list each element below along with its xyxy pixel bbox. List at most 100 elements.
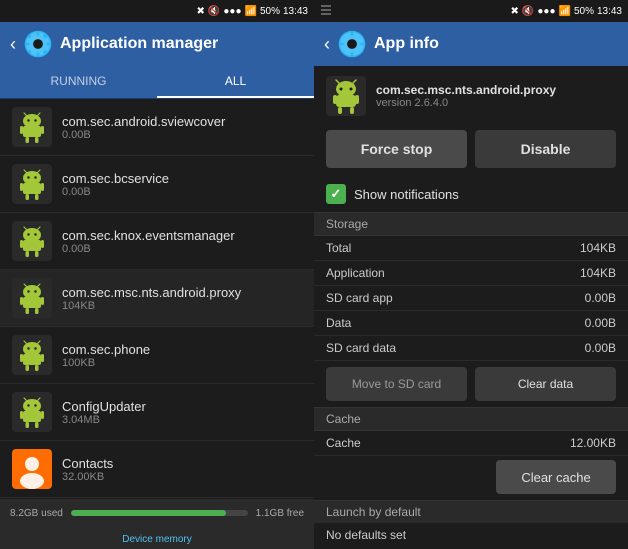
cache-row-value: 12.00KB [570, 436, 616, 450]
app-icon-wrapper [12, 221, 52, 261]
app-header-info: com.sec.msc.nts.android.proxy version 2.… [376, 83, 616, 109]
storage-row-value: 0.00B [585, 341, 616, 355]
app-info: com.sec.bcservice 0.00B [62, 171, 302, 198]
storage-row-label: SD card app [326, 291, 585, 305]
memory-used: 8.2GB used [10, 508, 63, 519]
list-item[interactable]: com.sec.msc.nts.android.proxy 104KB [0, 270, 314, 327]
app-size: 100KB [62, 357, 302, 369]
cache-row-label: Cache [326, 436, 570, 450]
app-size: 3.04MB [62, 414, 302, 426]
app-info: com.sec.android.sviewcover 0.00B [62, 114, 302, 141]
wifi-icon: 📶 [245, 6, 257, 17]
app-icon-wrapper [12, 449, 52, 489]
cache-row: Cache 12.00KB [314, 431, 628, 456]
left-panel: ✖ 🔇 ●●● 📶 50% 13:43 ‹ Application m [0, 0, 314, 549]
show-notifications-checkbox[interactable] [326, 184, 346, 204]
device-memory-label: Device memory [122, 534, 191, 545]
app-name: com.sec.msc.nts.android.proxy [62, 285, 302, 300]
disable-button[interactable]: Disable [475, 130, 616, 168]
cache-section-header: Cache [314, 407, 628, 431]
tab-running[interactable]: RUNNING [0, 66, 157, 98]
battery-icon: 50% [260, 6, 280, 17]
time-right: 13:43 [597, 6, 622, 17]
clear-data-button[interactable]: Clear data [475, 367, 616, 401]
list-item[interactable]: com.sec.phone 100KB [0, 327, 314, 384]
signal-icon: ●●● [223, 6, 241, 17]
app-list: com.sec.android.sviewcover 0.00B com.sec… [0, 99, 314, 499]
right-app-bar: ‹ App info [314, 22, 628, 66]
list-item[interactable]: ConfigUpdater 3.04MB [0, 384, 314, 441]
no-defaults-text: No defaults set [314, 523, 628, 547]
storage-row: Total 104KB [314, 236, 628, 261]
memory-bar-fill [71, 510, 227, 516]
list-item[interactable]: com.sec.android.sviewcover 0.00B [0, 99, 314, 156]
storage-row: SD card data 0.00B [314, 336, 628, 361]
app-size: 0.00B [62, 129, 302, 141]
storage-row-label: Total [326, 241, 580, 255]
storage-row-value: 104KB [580, 266, 616, 280]
app-name: Contacts [62, 456, 302, 471]
app-info: Contacts 32.00KB [62, 456, 302, 483]
app-name: com.sec.knox.eventsmanager [62, 228, 302, 243]
tab-all[interactable]: ALL [157, 66, 314, 98]
settings-icon-right [338, 30, 366, 58]
show-notifications-row[interactable]: Show notifications [314, 176, 628, 212]
silent-icon: 🔇 [208, 6, 220, 17]
signal-icon-right: ●●● [537, 6, 555, 17]
android-icon [12, 107, 52, 147]
storage-action-buttons: Move to SD card Clear data [314, 361, 628, 407]
storage-row-label: SD card data [326, 341, 585, 355]
list-item[interactable]: com.sec.bcservice 0.00B [0, 156, 314, 213]
right-panel-title: App info [374, 35, 439, 53]
app-name: com.sec.phone [62, 342, 302, 357]
device-memory-bar: 8.2GB used 1.1GB free [0, 499, 314, 527]
app-size: 0.00B [62, 243, 302, 255]
app-info: com.sec.phone 100KB [62, 342, 302, 369]
memory-bar [71, 510, 248, 516]
left-app-bar: ‹ Application manager [0, 22, 314, 66]
action-buttons: Force stop Disable [314, 126, 628, 176]
back-button-right[interactable]: ‹ [324, 34, 330, 55]
app-info: com.sec.knox.eventsmanager 0.00B [62, 228, 302, 255]
silent-icon-right: 🔇 [522, 6, 534, 17]
app-icon-wrapper [12, 164, 52, 204]
storage-rows: Total 104KB Application 104KB SD card ap… [314, 236, 628, 361]
app-header: com.sec.msc.nts.android.proxy version 2.… [314, 66, 628, 126]
storage-row: Application 104KB [314, 261, 628, 286]
time-left: 13:43 [283, 6, 308, 17]
cache-rows: Cache 12.00KB [314, 431, 628, 456]
storage-row-value: 104KB [580, 241, 616, 255]
app-info-content: com.sec.msc.nts.android.proxy version 2.… [314, 66, 628, 549]
status-icons-left: ✖ 🔇 ●●● 📶 50% 13:43 [197, 6, 308, 17]
android-icon [12, 335, 52, 375]
list-item[interactable]: Contacts 32.00KB [0, 441, 314, 498]
storage-row-value: 0.00B [585, 316, 616, 330]
app-version: version 2.6.4.0 [376, 97, 616, 109]
left-panel-title: Application manager [60, 35, 218, 53]
launch-by-default-header: Launch by default [314, 500, 628, 523]
app-name: ConfigUpdater [62, 399, 302, 414]
app-size: 0.00B [62, 186, 302, 198]
memory-free: 1.1GB free [256, 508, 304, 519]
app-header-icon [326, 76, 366, 116]
wifi-icon-right: 📶 [559, 6, 571, 17]
clear-cache-wrapper: Clear cache [314, 456, 628, 500]
bluetooth-icon: ✖ [197, 6, 205, 17]
storage-row-label: Application [326, 266, 580, 280]
app-package-name: com.sec.msc.nts.android.proxy [376, 83, 616, 97]
android-icon [12, 164, 52, 204]
list-item[interactable]: com.sec.knox.eventsmanager 0.00B [0, 213, 314, 270]
storage-row: SD card app 0.00B [314, 286, 628, 311]
android-icon [12, 221, 52, 261]
move-to-sd-button[interactable]: Move to SD card [326, 367, 467, 401]
back-button-left[interactable]: ‹ [10, 34, 16, 55]
app-size: 32.00KB [62, 471, 302, 483]
battery-icon-right: 50% [574, 6, 594, 17]
status-bar-right: ✖ 🔇 ●●● 📶 50% 13:43 [314, 0, 628, 22]
android-icon [12, 392, 52, 432]
clear-cache-button[interactable]: Clear cache [496, 460, 616, 494]
app-name: com.sec.android.sviewcover [62, 114, 302, 129]
android-icon [12, 278, 52, 318]
app-icon-wrapper [12, 335, 52, 375]
force-stop-button[interactable]: Force stop [326, 130, 467, 168]
